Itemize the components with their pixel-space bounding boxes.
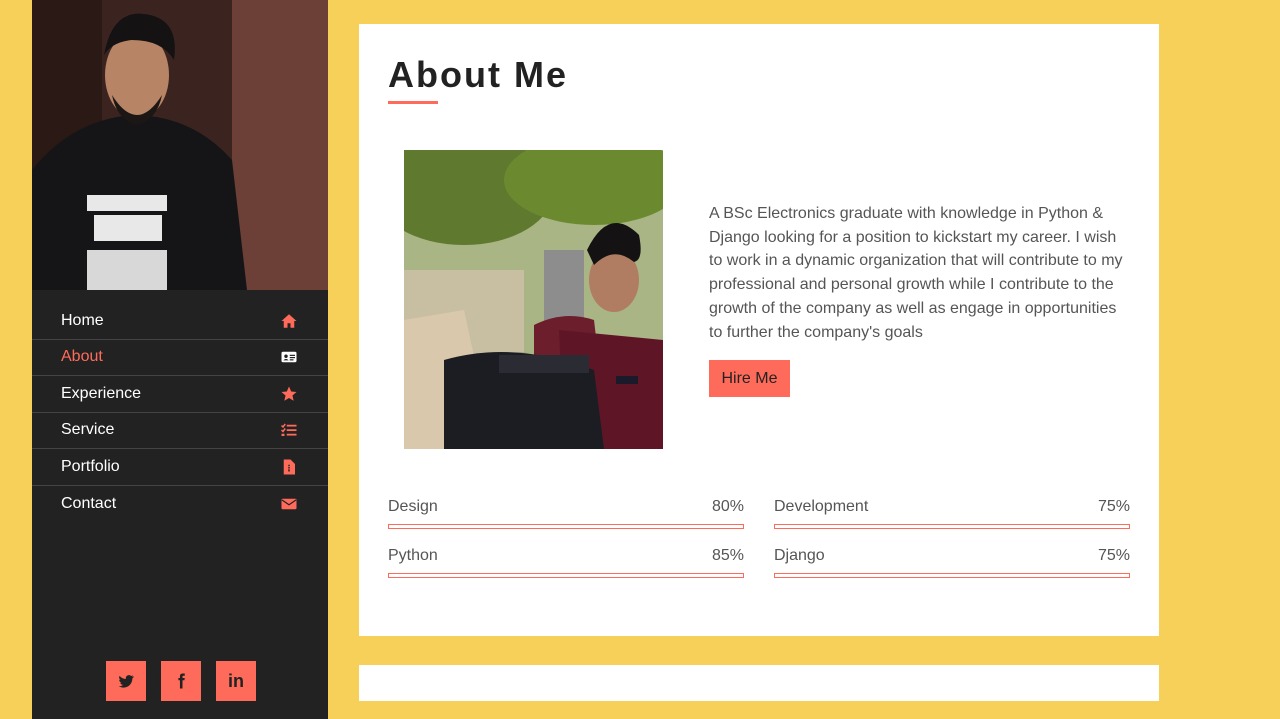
nav-label: Contact [61,494,117,512]
skill-bar [774,573,1130,578]
hire-me-button[interactable]: Hire Me [709,360,790,397]
envelope-icon [280,495,298,513]
linkedin-button[interactable]: in [216,661,256,701]
skill-name: Django [774,547,825,564]
profile-photo [32,0,328,290]
skill-development: Development 75% [774,498,1130,529]
home-icon [280,312,298,330]
skill-percent: 80% [711,498,744,515]
next-section-card [359,665,1159,701]
linkedin-icon: in [228,670,244,691]
nav-label: About [61,348,103,366]
title-underline [388,101,438,104]
skill-bar [388,524,744,529]
nav-label: Home [61,311,104,329]
profile-photo-illustration [32,0,328,290]
twitter-icon [118,675,134,688]
skill-percent: 75% [1097,498,1130,515]
skill-bar [388,573,744,578]
star-icon [280,385,298,403]
facebook-button[interactable] [161,661,201,701]
social-links: in [106,661,256,701]
skill-percent: 75% [1097,547,1130,564]
skill-design: Design 80% [388,498,744,529]
nav-label: Service [61,421,115,439]
id-card-icon [280,348,298,366]
skill-django: Django 75% [774,547,1130,578]
nav-item-portfolio[interactable]: Portfolio [32,449,328,486]
sidebar: Home About Experience Service Portfolio [32,0,328,719]
skill-name: Development [774,498,869,515]
sidebar-nav: Home About Experience Service Portfolio [32,303,328,522]
skill-bar [774,524,1130,529]
file-icon [280,458,298,476]
skill-name: Python [388,547,438,564]
about-description: A BSc Electronics graduate with knowledg… [709,205,1123,341]
facebook-icon [178,673,185,689]
nav-item-about[interactable]: About [32,340,328,376]
skill-name: Design [388,498,438,515]
twitter-button[interactable] [106,661,146,701]
nav-item-contact[interactable]: Contact [32,486,328,523]
about-photo [404,150,663,449]
nav-item-home[interactable]: Home [32,303,328,340]
about-card: About Me A BSc Electronics graduate with… [359,24,1159,636]
about-photo-illustration [404,150,663,449]
nav-item-experience[interactable]: Experience [32,376,328,413]
page-title: About Me [388,54,568,95]
skill-percent: 85% [711,547,744,564]
nav-label: Experience [61,384,142,402]
nav-item-service[interactable]: Service [32,413,328,449]
list-check-icon [280,421,298,439]
nav-label: Portfolio [61,457,120,475]
skill-python: Python 85% [388,547,744,578]
